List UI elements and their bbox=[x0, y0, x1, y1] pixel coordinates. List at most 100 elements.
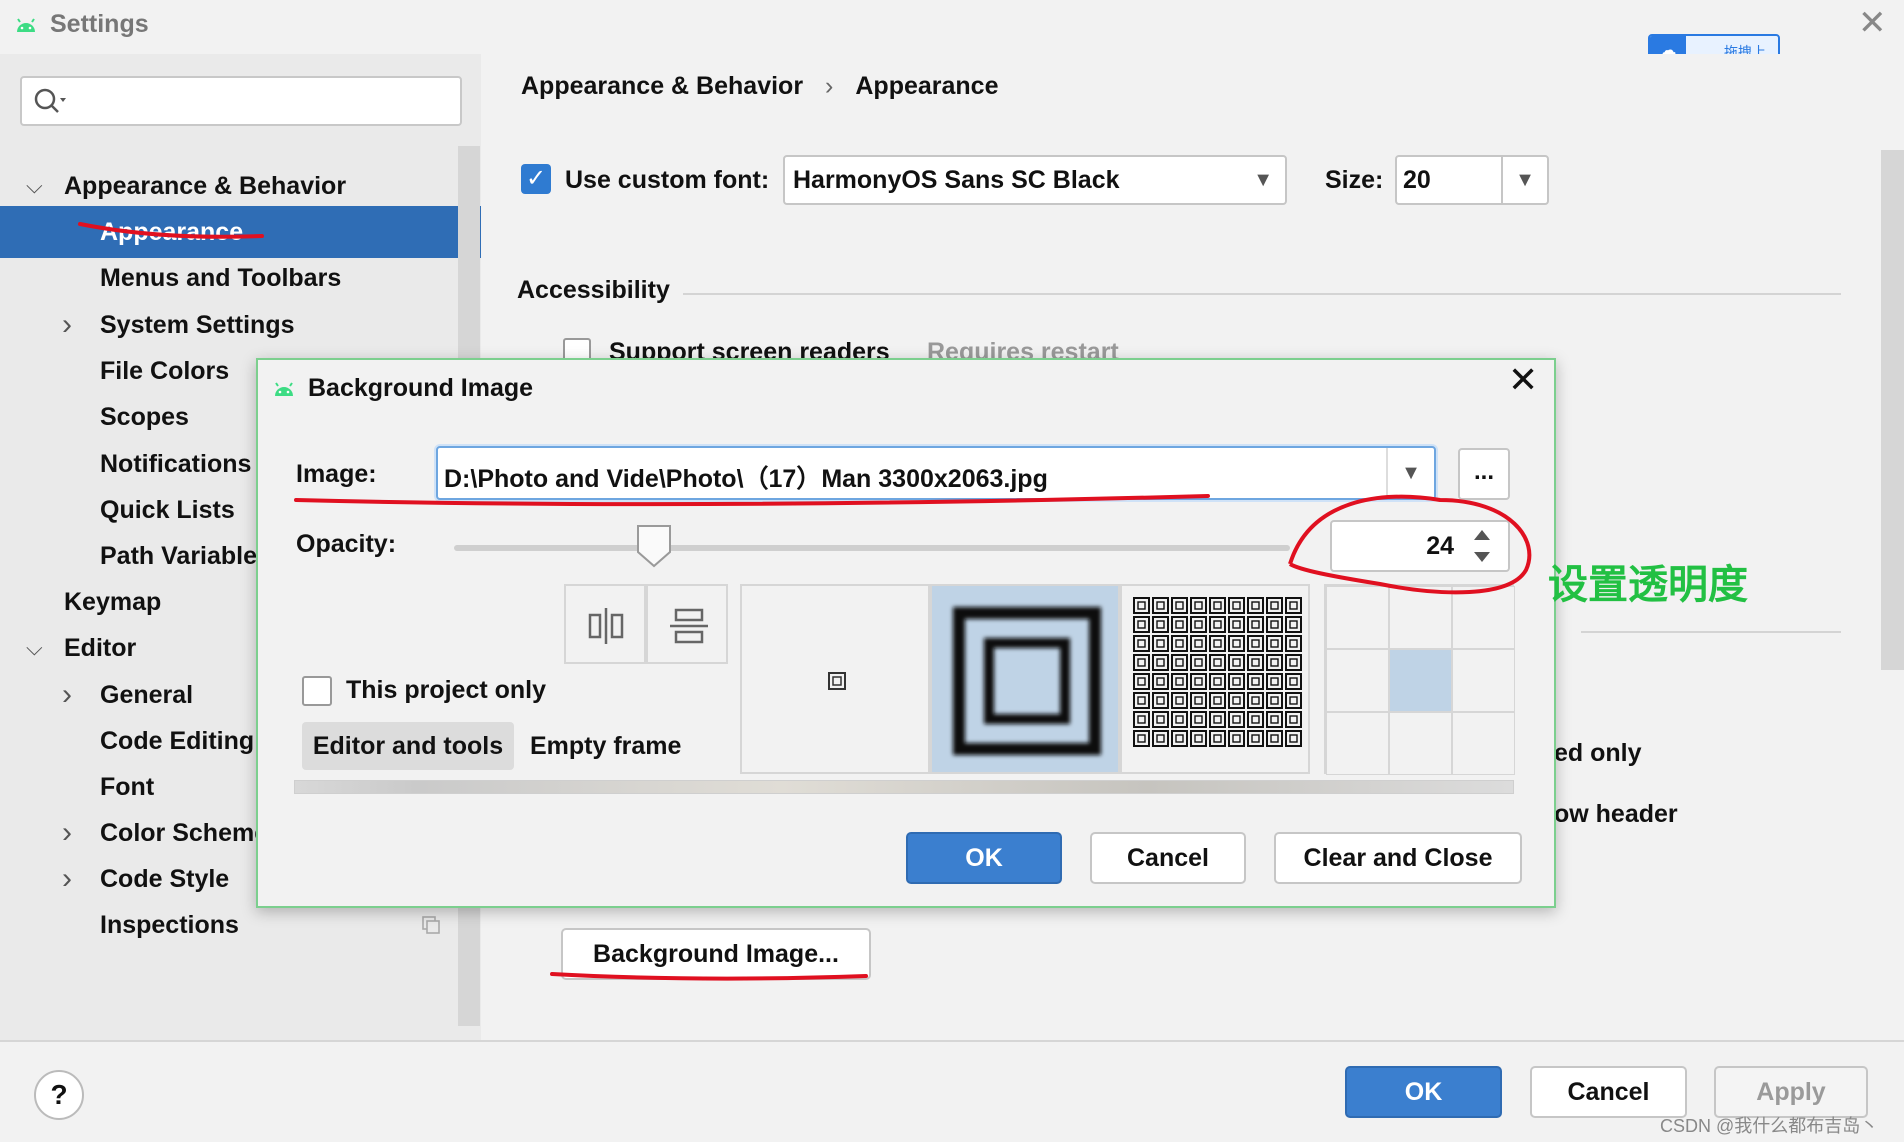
sidebar-item-label: File Colors bbox=[100, 357, 230, 385]
chevron-right-icon[interactable]: › bbox=[62, 299, 72, 351]
anchor-bottom-left[interactable] bbox=[1326, 712, 1389, 775]
project-only-checkbox[interactable] bbox=[302, 676, 332, 706]
bottom-bar: ? OK Cancel Apply CSDN @我什么都布吉岛丶 bbox=[0, 1040, 1904, 1142]
opacity-value: 24 bbox=[1426, 532, 1454, 560]
anchor-center[interactable] bbox=[1389, 649, 1452, 712]
fill-mode-plain[interactable] bbox=[740, 584, 930, 774]
sidebar-item-label: Appearance bbox=[100, 218, 244, 246]
flip-horizontal-button[interactable] bbox=[564, 584, 646, 664]
sidebar-item-label: Quick Lists bbox=[100, 496, 235, 524]
sidebar-item-label: Inspections bbox=[100, 911, 239, 939]
android-icon bbox=[17, 18, 35, 32]
chevron-down-icon[interactable]: ⌵ bbox=[26, 160, 43, 212]
title-bar: Settings ☁ 拖拽上传 ✕ bbox=[0, 0, 1904, 66]
section-divider bbox=[1581, 631, 1841, 633]
font-size-combo[interactable]: 20 ▼ bbox=[1395, 155, 1549, 205]
chevron-right-icon[interactable]: › bbox=[62, 669, 72, 721]
dialog-close-icon[interactable]: ✕ bbox=[1508, 362, 1538, 398]
scale-fill-icon bbox=[953, 607, 1101, 755]
tab-empty-frame[interactable]: Empty frame bbox=[530, 722, 681, 770]
breadcrumb-current: Appearance bbox=[855, 72, 999, 100]
anchor-top-left[interactable] bbox=[1326, 586, 1389, 649]
opacity-spinner[interactable]: 24 bbox=[1330, 520, 1510, 572]
chevron-down-icon[interactable]: ▼ bbox=[1386, 448, 1434, 498]
sidebar-item-label: Color Scheme bbox=[100, 819, 269, 847]
dialog-title: Background Image bbox=[308, 374, 534, 402]
sidebar-item-label: System Settings bbox=[100, 311, 295, 339]
sidebar-item-label: Path Variables bbox=[100, 542, 271, 570]
help-button[interactable]: ? bbox=[34, 1070, 84, 1120]
flip-vertical-button[interactable] bbox=[646, 584, 728, 664]
font-select[interactable]: HarmonyOS Sans SC Black ▼ bbox=[783, 155, 1287, 205]
breadcrumb-parent[interactable]: Appearance & Behavior bbox=[521, 72, 803, 100]
anchor-left[interactable] bbox=[1326, 649, 1389, 712]
dialog-cancel-button[interactable]: Cancel bbox=[1090, 832, 1246, 884]
android-icon bbox=[275, 382, 293, 396]
accessibility-section-title: Accessibility bbox=[517, 276, 670, 304]
ok-button[interactable]: OK bbox=[1345, 1066, 1502, 1118]
chevron-down-icon[interactable]: ▼ bbox=[1501, 157, 1547, 203]
partial-option-label: ed only bbox=[1554, 739, 1642, 767]
anchor-right[interactable] bbox=[1452, 649, 1515, 712]
opacity-slider-track[interactable] bbox=[454, 545, 1290, 551]
sidebar-item-label: Scopes bbox=[100, 403, 189, 431]
sidebar-item-label: Code Editing bbox=[100, 727, 255, 755]
sidebar-item-label: Keymap bbox=[64, 588, 162, 616]
background-image-button[interactable]: Background Image... bbox=[561, 928, 871, 980]
sidebar-item-system-settings[interactable]: › System Settings bbox=[0, 299, 458, 351]
font-size-value: 20 bbox=[1403, 166, 1431, 194]
custom-font-checkbox[interactable]: ✓ bbox=[521, 164, 551, 194]
search-icon bbox=[34, 88, 66, 113]
sidebar-item-appearance[interactable]: Appearance bbox=[0, 206, 481, 258]
sidebar-item-label: General bbox=[100, 681, 194, 709]
spinner-up-icon[interactable] bbox=[1470, 526, 1494, 544]
content-scrollbar[interactable] bbox=[1881, 150, 1904, 670]
image-path-combo[interactable]: D:\Photo and Vide\Photo\（17）Man 3300x206… bbox=[436, 446, 1436, 500]
anchor-top[interactable] bbox=[1389, 586, 1452, 649]
sidebar-item-label: Appearance & Behavior bbox=[64, 172, 347, 200]
spinner-down-icon[interactable] bbox=[1470, 548, 1494, 566]
size-label: Size: bbox=[1325, 166, 1384, 194]
sidebar-item-label: Font bbox=[100, 773, 155, 801]
project-only-label: This project only bbox=[346, 676, 547, 704]
image-path-value: D:\Photo and Vide\Photo\（17）Man 3300x206… bbox=[444, 465, 1048, 493]
sidebar-item-menus-and-toolbars[interactable]: Menus and Toolbars bbox=[0, 252, 458, 304]
project-settings-icon bbox=[422, 916, 440, 934]
tile-fill-icon bbox=[1133, 597, 1302, 747]
custom-font-label: Use custom font: bbox=[565, 166, 770, 194]
anchor-bottom[interactable] bbox=[1389, 712, 1452, 775]
opacity-label: Opacity: bbox=[296, 530, 397, 558]
settings-search-input[interactable] bbox=[20, 76, 462, 126]
watermark-text: CSDN @我什么都布吉岛丶 bbox=[1660, 1116, 1879, 1136]
fill-mode-scale[interactable] bbox=[930, 584, 1120, 774]
font-select-value: HarmonyOS Sans SC Black bbox=[793, 166, 1120, 194]
breadcrumb-separator: › bbox=[825, 72, 834, 100]
anchor-top-right[interactable] bbox=[1452, 586, 1515, 649]
anchor-bottom-right[interactable] bbox=[1452, 712, 1515, 775]
browse-button[interactable]: ... bbox=[1458, 448, 1510, 500]
sidebar-item-label: Notifications bbox=[100, 450, 252, 478]
chevron-down-icon[interactable]: ⌵ bbox=[26, 622, 43, 674]
chevron-down-icon: ▼ bbox=[1253, 169, 1273, 191]
fill-mode-tile[interactable] bbox=[1120, 584, 1310, 774]
sidebar-item-label: Menus and Toolbars bbox=[100, 264, 342, 292]
sidebar-item-label: Editor bbox=[64, 634, 137, 662]
window-close-icon[interactable]: ✕ bbox=[1858, 6, 1887, 40]
chevron-right-icon[interactable]: › bbox=[62, 853, 72, 905]
breadcrumb: Appearance & Behavior › Appearance bbox=[521, 72, 999, 101]
section-divider bbox=[683, 293, 1841, 295]
anchor-grid bbox=[1324, 584, 1515, 775]
opacity-slider-thumb[interactable] bbox=[636, 524, 672, 568]
image-preview-strip bbox=[294, 780, 1514, 794]
sidebar-item-appearance-behavior[interactable]: ⌵ Appearance & Behavior bbox=[0, 160, 458, 212]
dialog-ok-button[interactable]: OK bbox=[906, 832, 1062, 884]
chevron-right-icon[interactable]: › bbox=[62, 807, 72, 859]
cancel-button[interactable]: Cancel bbox=[1530, 1066, 1687, 1118]
annotation-text: 设置透明度 bbox=[1548, 562, 1748, 608]
clear-and-close-button[interactable]: Clear and Close bbox=[1274, 832, 1522, 884]
apply-button[interactable]: Apply bbox=[1714, 1066, 1868, 1118]
plain-fill-icon bbox=[828, 672, 846, 690]
tab-editor-and-tools[interactable]: Editor and tools bbox=[302, 722, 514, 770]
partial-option-label: ow header bbox=[1554, 800, 1678, 828]
flip-vertical-icon bbox=[670, 608, 708, 644]
